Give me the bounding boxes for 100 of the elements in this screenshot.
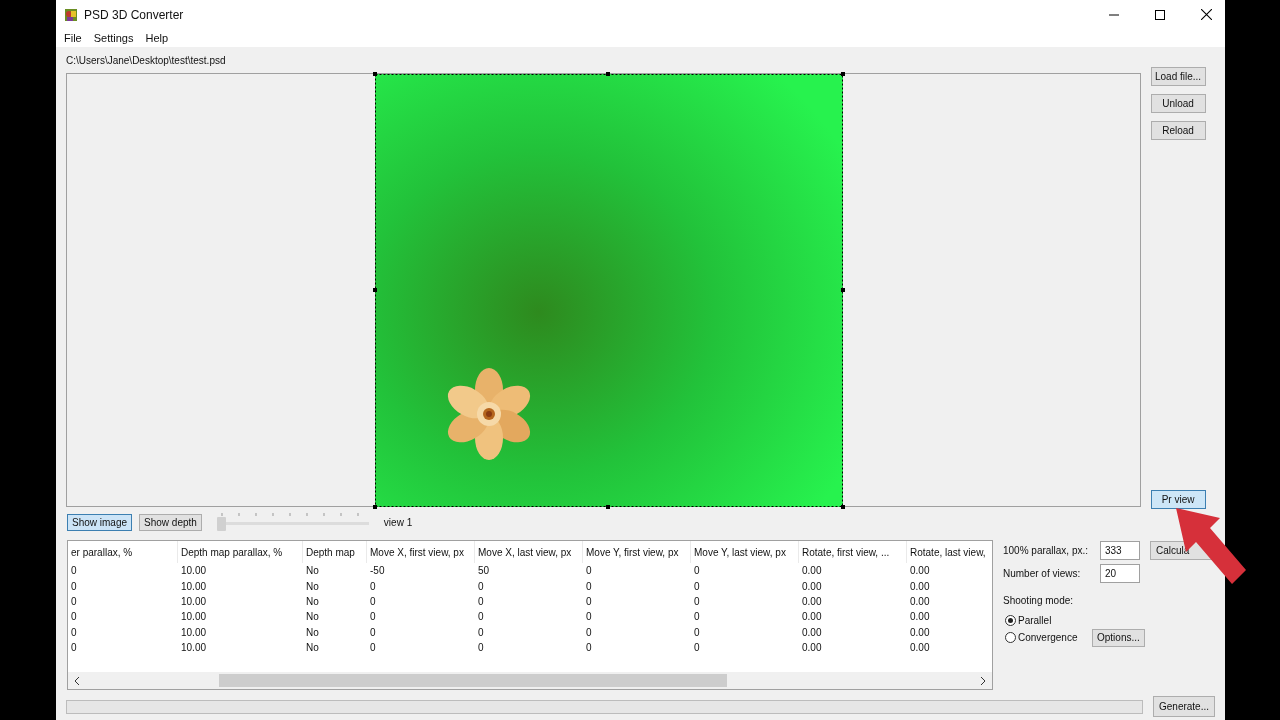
side-button[interactable]: Reload	[1150, 121, 1206, 140]
table-cell-text: No	[305, 579, 320, 594]
table-cell-text: 0	[70, 564, 78, 579]
table-cell-text: 0.00	[801, 594, 823, 609]
column-header[interactable]: Rotate, last view,	[907, 541, 992, 563]
table-cell-text: 0	[585, 610, 593, 625]
table-cell-text: 0	[693, 594, 701, 609]
table-cell-text: 0	[693, 641, 701, 656]
view-slider[interactable]	[216, 513, 369, 531]
table-cell-text: 0.00	[909, 641, 931, 656]
views-field[interactable]: 20	[1100, 563, 1140, 583]
table-cell-text: 0.00	[801, 641, 823, 656]
radio-label[interactable]: Parallel	[1018, 613, 1092, 628]
table-cell-text: 0.00	[801, 579, 823, 594]
column-header[interactable]: Depth map parallax, %	[178, 541, 303, 563]
slider-thumb[interactable]	[216, 517, 226, 531]
resize-handle[interactable]	[606, 505, 610, 509]
app-icon	[64, 7, 78, 22]
resize-handle[interactable]	[841, 505, 845, 509]
table-cell-text: No	[305, 641, 320, 656]
table-cell-text: 10.00	[180, 610, 208, 625]
radio-button[interactable]	[1005, 632, 1016, 643]
table-cell-text: -50	[369, 564, 386, 579]
column-header[interactable]: er parallax, %	[68, 541, 178, 563]
scroll-right-icon[interactable]	[980, 676, 986, 685]
table-cell-text: 0	[585, 641, 593, 656]
column-header[interactable]: Depth map	[303, 541, 367, 563]
resize-handle[interactable]	[841, 288, 845, 292]
table-cell-text: 50	[477, 564, 491, 579]
column-header[interactable]: Move X, first view, px	[367, 541, 475, 563]
column-header[interactable]: Move X, last view, px	[475, 541, 583, 563]
table-cell-text: 0	[693, 610, 701, 625]
table-cell-text: 0	[70, 579, 78, 594]
column-header[interactable]: Move Y, last view, px	[691, 541, 799, 563]
view-toggle-button[interactable]: Show image	[67, 513, 133, 531]
table-cell-text: 0	[70, 625, 78, 640]
table-cell-text: 0.00	[801, 564, 823, 579]
close-icon[interactable]	[1201, 9, 1212, 20]
table-cell-text: 0	[70, 594, 78, 609]
window-title: PSD 3D Converter	[84, 6, 184, 24]
resize-handle[interactable]	[606, 72, 610, 76]
table-cell-text: 0	[369, 579, 377, 594]
table-cell-text: 0	[70, 610, 78, 625]
view-label: view 1	[383, 515, 413, 530]
table-cell-text: 10.00	[180, 564, 208, 579]
table-cell-text: 0	[369, 610, 377, 625]
maximize-icon[interactable]	[1155, 9, 1165, 20]
table-cell-text: 0.00	[909, 594, 931, 609]
resize-handle[interactable]	[373, 505, 377, 509]
resize-handle[interactable]	[373, 72, 377, 76]
column-header[interactable]: Move Y, first view, px	[583, 541, 691, 563]
table-cell-text: 0.00	[909, 579, 931, 594]
table-cell-text: 0	[693, 579, 701, 594]
preview-button[interactable]: Pr view	[1150, 490, 1206, 509]
options-button[interactable]: Options...	[1092, 628, 1145, 647]
table-cell-text: 0	[477, 641, 485, 656]
table-cell-text: 0	[585, 594, 593, 609]
menu-item[interactable]: Help	[139, 29, 175, 47]
table-cell-text: 0	[585, 625, 593, 640]
scrollbar-thumb[interactable]	[219, 674, 727, 687]
table-cell-text: 10.00	[180, 641, 208, 656]
table-cell-text: 0	[585, 579, 593, 594]
radio-label[interactable]: Convergence	[1018, 630, 1092, 645]
parallax-field[interactable]: 333	[1100, 540, 1140, 560]
view-toggle-button[interactable]: Show depth	[139, 513, 202, 531]
table-cell-text: 0	[477, 579, 485, 594]
scroll-left-icon[interactable]	[74, 676, 80, 685]
table-cell-text: 0.00	[909, 610, 931, 625]
table-cell-text: No	[305, 610, 320, 625]
table-cell-text: 0.00	[801, 610, 823, 625]
column-header[interactable]: Rotate, first view, ...	[799, 541, 907, 563]
radio-button[interactable]	[1005, 615, 1016, 626]
table-cell-text: 10.00	[180, 625, 208, 640]
table-cell-text: 0	[693, 564, 701, 579]
parallax-label: 100% parallax, px.:	[1003, 543, 1090, 558]
table-cell-text: 10.00	[180, 594, 208, 609]
file-path: C:\Users\Jane\Desktop\test\test.psd	[66, 55, 227, 67]
side-button[interactable]: Load file...	[1150, 67, 1206, 86]
side-button[interactable]: Unload	[1150, 94, 1206, 113]
views-label: Number of views:	[1003, 566, 1082, 581]
table-cell-text: 0	[477, 625, 485, 640]
table-cell-text: 0.00	[801, 625, 823, 640]
table-cell-text: 0	[369, 641, 377, 656]
table-cell-text: No	[305, 625, 320, 640]
generate-button[interactable]: Generate...	[1153, 696, 1215, 717]
table-cell-text: 0	[369, 625, 377, 640]
table-cell-text: 0	[369, 594, 377, 609]
table-cell-text: 0	[585, 564, 593, 579]
horizontal-scrollbar[interactable]	[68, 672, 992, 689]
menu-item[interactable]: Settings	[87, 29, 140, 47]
table-cell-text: No	[305, 564, 320, 579]
table-cell-text: 0	[70, 641, 78, 656]
resize-handle[interactable]	[841, 72, 845, 76]
table-cell-text: 10.00	[180, 579, 208, 594]
shooting-mode-label: Shooting mode:	[1003, 594, 1075, 608]
menu-item[interactable]: File	[58, 29, 88, 47]
resize-handle[interactable]	[373, 288, 377, 292]
table-cell-text: 0.00	[909, 625, 931, 640]
table-cell-text: 0.00	[909, 564, 931, 579]
table-cell-text: 0	[693, 625, 701, 640]
